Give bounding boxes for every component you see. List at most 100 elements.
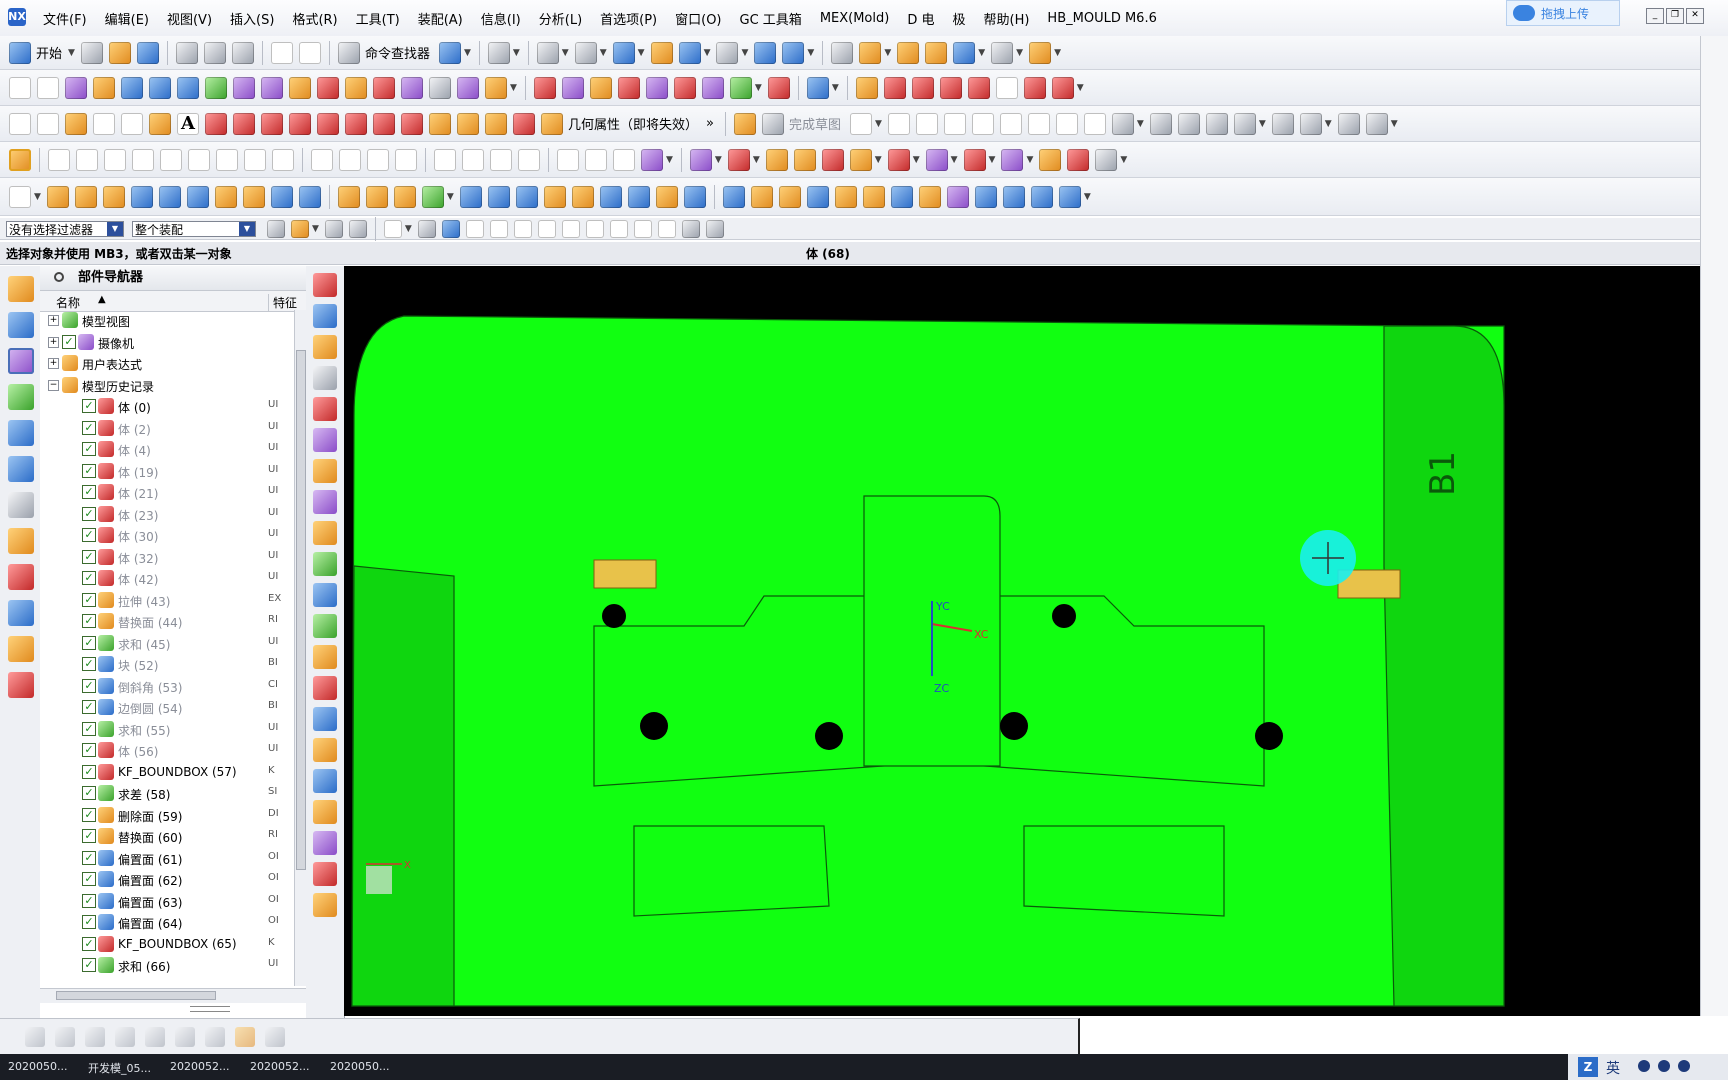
- side-tool-8-icon[interactable]: [313, 490, 337, 514]
- visibility-checkbox[interactable]: ✓: [62, 334, 76, 349]
- open-folder-icon[interactable]: [108, 41, 131, 64]
- offset-emboss-icon[interactable]: [393, 185, 416, 208]
- side-tool-12-icon[interactable]: [313, 614, 337, 638]
- background-icon[interactable]: [716, 41, 739, 64]
- project-curve-icon[interactable]: [995, 76, 1018, 99]
- bottom-tool-6-icon[interactable]: [175, 1026, 195, 1047]
- visibility-checkbox[interactable]: ✓: [82, 764, 96, 779]
- x-form-icon[interactable]: [485, 76, 507, 99]
- mold-box8-icon[interactable]: [1039, 148, 1062, 171]
- snap-endpoint-icon[interactable]: [489, 219, 508, 238]
- mold-circle-pair-icon[interactable]: [188, 148, 210, 171]
- side-tool-6-icon[interactable]: [313, 428, 337, 452]
- draft-icon[interactable]: [543, 185, 566, 208]
- menu-information[interactable]: 信息(I): [472, 9, 530, 28]
- face-blend-icon[interactable]: [533, 76, 556, 99]
- global-shaping-icon[interactable]: [457, 76, 479, 99]
- more-overflow[interactable]: »: [706, 116, 714, 131]
- tree-node[interactable]: ✓ 偏置面 (61) OI: [40, 848, 292, 870]
- sketch-spline-icon[interactable]: [1055, 112, 1078, 135]
- dart-icon[interactable]: [270, 185, 293, 208]
- task-item[interactable]: 2020052...: [250, 1060, 309, 1073]
- law-curve-icon[interactable]: [1051, 76, 1074, 99]
- polygon-icon[interactable]: [121, 112, 143, 135]
- menu-insert[interactable]: 插入(S): [221, 9, 283, 28]
- visibility-checkbox[interactable]: ✓: [82, 958, 96, 972]
- menu-view[interactable]: 视图(V): [158, 9, 221, 28]
- mold-angle-icon[interactable]: [76, 148, 98, 171]
- sweep-feature-icon[interactable]: [778, 185, 801, 208]
- cut-icon[interactable]: [175, 41, 198, 64]
- expand-icon[interactable]: +: [48, 336, 59, 348]
- tree-node[interactable]: ✓ 删除面 (59) DI: [40, 805, 292, 827]
- tree-node[interactable]: ✓ 求和 (55) UI: [40, 719, 292, 741]
- mold-link-icon[interactable]: [160, 148, 182, 171]
- measure-icon[interactable]: [897, 41, 920, 64]
- hole-icon[interactable]: [102, 185, 125, 208]
- mold-cylinder-icon[interactable]: [793, 148, 816, 171]
- tree-node[interactable]: + ✓ 摄像机: [40, 332, 292, 354]
- wcs-icon[interactable]: [859, 41, 882, 64]
- sketch-icon[interactable]: [733, 112, 756, 135]
- body-fold-icon[interactable]: [834, 185, 857, 208]
- tree-node[interactable]: ✓ 倒斜角 (53) CI: [40, 676, 292, 698]
- sketch-arc-icon[interactable]: [915, 112, 938, 135]
- menu-gc-toolkit[interactable]: GC 工具箱: [731, 9, 811, 28]
- assembly-navigator-tab-icon[interactable]: [8, 276, 34, 302]
- undo-icon[interactable]: [270, 41, 293, 64]
- select-body-icon[interactable]: [417, 219, 436, 238]
- tray-icon[interactable]: [1638, 1060, 1650, 1072]
- ruled-surface-icon[interactable]: [93, 76, 115, 99]
- menu-mex-mold[interactable]: MEX(Mold): [811, 11, 899, 26]
- tree-node[interactable]: + 模型视图: [40, 310, 292, 332]
- redo-icon[interactable]: [298, 41, 321, 64]
- arc-icon[interactable]: [37, 112, 59, 135]
- bottom-tool-5-icon[interactable]: [145, 1026, 165, 1047]
- mold-box7-icon[interactable]: [1001, 148, 1024, 171]
- mold-box6-icon[interactable]: [963, 148, 986, 171]
- save-icon[interactable]: [136, 41, 159, 64]
- filter-settings-icon[interactable]: [267, 219, 285, 238]
- close-button[interactable]: ✕: [1686, 8, 1704, 24]
- enlarge-icon[interactable]: [645, 76, 668, 99]
- emboss-icon[interactable]: [365, 185, 388, 208]
- select-tool-icon[interactable]: [487, 41, 510, 64]
- process-studio-tab-icon[interactable]: [8, 564, 34, 590]
- expand-icon[interactable]: +: [48, 358, 59, 369]
- tray-icon[interactable]: [1678, 1060, 1690, 1072]
- side-tool-2-icon[interactable]: [313, 304, 337, 328]
- start-icon[interactable]: [9, 41, 31, 64]
- extend-sheet-icon[interactable]: [261, 76, 283, 99]
- mold-box3-icon[interactable]: [821, 148, 844, 171]
- nx-app-icon[interactable]: NX: [8, 8, 26, 26]
- resize-grip[interactable]: [190, 1006, 230, 1012]
- tree-node[interactable]: ✓ KF_BOUNDBOX (65) K: [40, 934, 292, 956]
- restore-button[interactable]: ❐: [1666, 8, 1684, 24]
- bridge-icon[interactable]: [261, 112, 283, 135]
- bottom-tool-1-icon[interactable]: [25, 1026, 45, 1047]
- sketch-point-icon[interactable]: [1083, 112, 1106, 135]
- mold-target-icon[interactable]: [557, 148, 579, 171]
- reflection-icon[interactable]: [767, 76, 790, 99]
- offset-curve-icon[interactable]: [939, 76, 962, 99]
- minimize-button[interactable]: _: [1646, 8, 1664, 24]
- divide-face-icon[interactable]: [617, 76, 640, 99]
- tree-node[interactable]: ✓ 体 (2) UI: [40, 418, 292, 440]
- offset-surface-icon[interactable]: [289, 76, 311, 99]
- visibility-checkbox[interactable]: ✓: [82, 485, 96, 499]
- bottom-tool-8-icon[interactable]: [235, 1026, 255, 1047]
- task-item[interactable]: 2020050...: [8, 1060, 67, 1073]
- mold-box2-icon[interactable]: [727, 148, 750, 171]
- selection-scope-select[interactable]: 整个装配 ▼: [132, 220, 256, 237]
- grid-display-icon[interactable]: [705, 219, 724, 238]
- tree-node[interactable]: ✓ KF_BOUNDBOX (57) K: [40, 762, 292, 784]
- left-highlight-insert[interactable]: [593, 559, 657, 589]
- fan-icon[interactable]: [862, 185, 885, 208]
- assembly-icon[interactable]: [754, 41, 777, 64]
- graphics-window[interactable]: YC XC ZC B1 X: [344, 266, 1700, 1016]
- scrollbar-thumb[interactable]: [56, 991, 216, 1000]
- smooth-spline-icon[interactable]: [457, 112, 479, 135]
- fit-view-icon[interactable]: [536, 41, 559, 64]
- side-tool-17-icon[interactable]: [313, 769, 337, 793]
- tree-node[interactable]: ✓ 体 (23) UI: [40, 504, 292, 526]
